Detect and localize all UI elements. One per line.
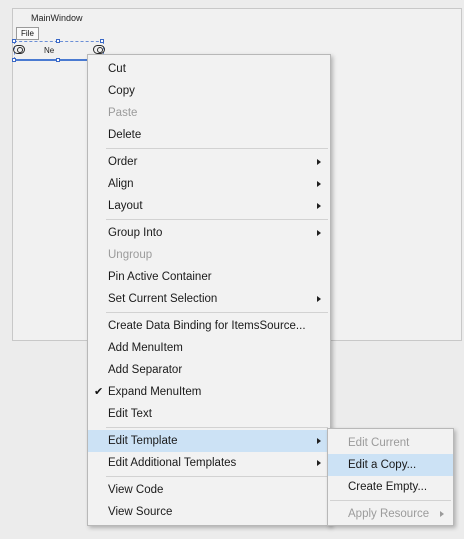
menu-item-layout[interactable]: Layout (88, 195, 330, 217)
submenu-arrow-icon (317, 296, 321, 302)
menu-item-edit-text[interactable]: Edit Text (88, 403, 330, 425)
menu-item-create-empty[interactable]: Create Empty... (328, 476, 453, 498)
link-icon (93, 45, 105, 54)
menu-item-set-current-selection[interactable]: Set Current Selection (88, 288, 330, 310)
menu-item-label: Delete (108, 129, 142, 141)
menu-item-label: Edit Additional Templates (108, 457, 237, 469)
menu-separator (106, 312, 328, 313)
menu-item-edit-additional-templates[interactable]: Edit Additional Templates (88, 452, 330, 474)
menu-item-label: Create Empty... (348, 481, 428, 493)
menu-separator (106, 476, 328, 477)
menu-item-create-data-binding-for-itemssource[interactable]: Create Data Binding for ItemsSource... (88, 315, 330, 337)
menu-item-edit-current: Edit Current (328, 432, 453, 454)
menu-item-label: Paste (108, 107, 138, 119)
resize-handle[interactable] (56, 58, 60, 62)
menu-item-label: Layout (108, 200, 143, 212)
menu-item-label: Add MenuItem (108, 342, 183, 354)
menu-item-label: Order (108, 156, 138, 168)
menu-item-label: Align (108, 178, 134, 190)
menu-item-label: Create Data Binding for ItemsSource... (108, 320, 306, 332)
context-menu: Cut Copy Paste Delete Order Align Layout Group … (87, 54, 331, 526)
menu-item-group-into[interactable]: Group Into (88, 222, 330, 244)
submenu-arrow-icon (317, 460, 321, 466)
submenu-arrow-icon (317, 438, 321, 444)
menu-item-delete[interactable]: Delete (88, 124, 330, 146)
menu-item-view-source[interactable]: View Source (88, 501, 330, 523)
submenu-arrow-icon (440, 511, 444, 517)
menu-item-order[interactable]: Order (88, 151, 330, 173)
menu-item-add-menuitem[interactable]: Add MenuItem (88, 337, 330, 359)
menu-item-label: Set Current Selection (108, 293, 218, 305)
file-menu-element[interactable]: File (16, 27, 39, 40)
menu-item-label: Cut (108, 63, 126, 75)
menu-item-cut[interactable]: Cut (88, 58, 330, 80)
submenu-arrow-icon (317, 181, 321, 187)
submenu-arrow-icon (317, 203, 321, 209)
menu-separator (106, 148, 328, 149)
resize-handle[interactable] (56, 39, 60, 43)
menu-separator (106, 427, 328, 428)
menuitem-header-text: Ne (44, 46, 55, 55)
link-icon (13, 45, 25, 54)
menu-item-edit-template[interactable]: Edit Template (88, 430, 330, 452)
menu-item-paste: Paste (88, 102, 330, 124)
submenu-arrow-icon (317, 230, 321, 236)
menu-item-label: Apply Resource (348, 508, 430, 520)
menu-separator (330, 500, 451, 501)
submenu-arrow-icon (317, 159, 321, 165)
checkmark-icon: ✔ (94, 386, 104, 398)
menu-item-label: Add Separator (108, 364, 183, 376)
menu-separator (106, 219, 328, 220)
menu-item-align[interactable]: Align (88, 173, 330, 195)
window-title: MainWindow (31, 13, 83, 23)
menu-item-label: Edit Text (108, 408, 152, 420)
menu-item-edit-a-copy[interactable]: Edit a Copy... (328, 454, 453, 476)
menu-item-label: Expand MenuItem (108, 386, 202, 398)
menu-item-label: Edit Current (348, 437, 410, 449)
menu-item-label: Pin Active Container (108, 271, 212, 283)
resize-handle[interactable] (100, 39, 104, 43)
menu-item-view-code[interactable]: View Code (88, 479, 330, 501)
menu-item-copy[interactable]: Copy (88, 80, 330, 102)
menu-item-label: View Source (108, 506, 173, 518)
menu-item-label: Copy (108, 85, 135, 97)
menu-item-pin-active-container[interactable]: Pin Active Container (88, 266, 330, 288)
menu-item-label: Ungroup (108, 249, 153, 261)
resize-handle[interactable] (12, 58, 16, 62)
menu-item-expand-menuitem[interactable]: ✔ Expand MenuItem (88, 381, 330, 403)
menu-item-label: Edit a Copy... (348, 459, 417, 471)
menu-item-label: Edit Template (108, 435, 178, 447)
menu-item-apply-resource: Apply Resource (328, 503, 453, 525)
menu-item-add-separator[interactable]: Add Separator (88, 359, 330, 381)
menu-item-ungroup: Ungroup (88, 244, 330, 266)
menu-item-label: Group Into (108, 227, 163, 239)
resize-handle[interactable] (12, 39, 16, 43)
edit-template-submenu: Edit Current Edit a Copy... Create Empty..… (327, 428, 454, 526)
menu-item-label: View Code (108, 484, 164, 496)
